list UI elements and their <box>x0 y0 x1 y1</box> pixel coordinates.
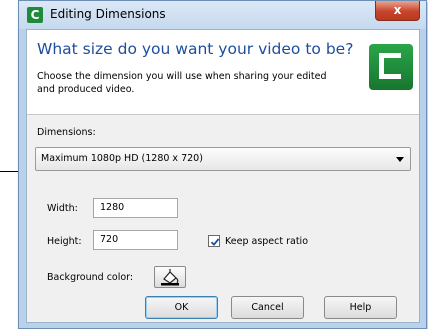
background-color-label: Background color: <box>47 272 134 283</box>
header-panel: What size do you want your video to be? … <box>27 30 419 115</box>
width-label: Width: <box>47 203 78 214</box>
dialog-window: C Editing Dimensions x What size do you … <box>18 0 427 329</box>
help-button[interactable]: Help <box>324 296 397 319</box>
height-label: Height: <box>47 236 82 247</box>
dialog-body: What size do you want your video to be? … <box>26 29 420 323</box>
background-color-button[interactable] <box>154 266 186 288</box>
height-input[interactable]: 720 <box>93 230 178 250</box>
dimensions-label: Dimensions: <box>37 127 96 138</box>
header-description: Choose the dimension you will use when s… <box>37 71 327 95</box>
camtasia-logo-icon: C <box>27 7 43 23</box>
paint-bucket-icon <box>161 269 179 286</box>
cancel-button[interactable]: Cancel <box>231 296 304 319</box>
close-button[interactable]: x <box>375 1 420 21</box>
width-value: 1280 <box>100 202 125 213</box>
ok-button[interactable]: OK <box>145 296 218 319</box>
dimensions-selected-value: Maximum 1080p HD (1280 x 720) <box>41 153 203 164</box>
chevron-down-icon <box>396 157 404 162</box>
title-bar[interactable]: C Editing Dimensions x <box>19 1 426 29</box>
width-input[interactable]: 1280 <box>93 198 178 218</box>
camtasia-large-logo-icon <box>369 44 413 90</box>
window-title: Editing Dimensions <box>50 7 166 21</box>
page-title: What size do you want your video to be? <box>37 40 354 58</box>
height-value: 720 <box>100 234 119 245</box>
keep-aspect-label: Keep aspect ratio <box>225 236 309 247</box>
dimensions-dropdown[interactable]: Maximum 1080p HD (1280 x 720) <box>35 147 411 171</box>
checkmark-icon <box>210 238 220 246</box>
keep-aspect-checkbox[interactable] <box>208 235 220 247</box>
